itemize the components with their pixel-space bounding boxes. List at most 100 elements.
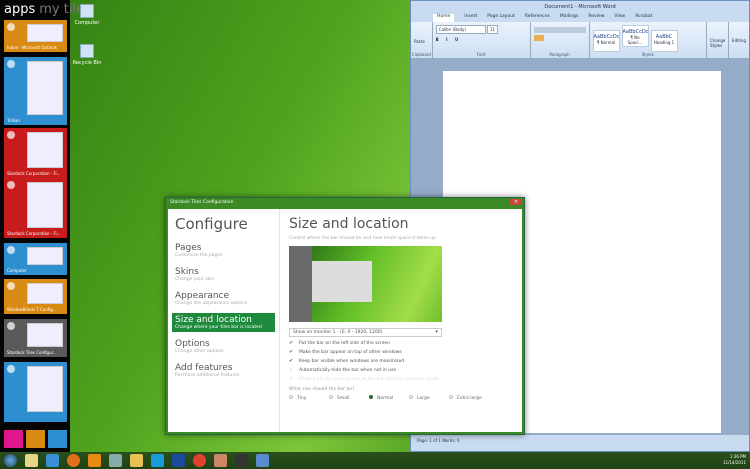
nav-desc: Customize the pages [175,253,223,258]
firefox-taskbar-icon[interactable] [67,454,80,467]
word-taskbar-icon[interactable] [256,454,269,467]
ribbon-tab[interactable]: View [614,14,625,22]
option-checkbox[interactable]: ✓ Automatically hide the bar when not in … [289,367,513,373]
window-thumbnail [27,283,63,304]
size-radio[interactable]: Large [409,395,449,401]
nav-item[interactable]: Add features Purchase additional features [172,361,275,380]
folder-taskbar-icon[interactable] [130,454,143,467]
dialog-title: Stardock Tiles Configuration [170,200,234,205]
nav-item[interactable]: Size and location Change where your tiles… [172,313,275,332]
checkbox-label: Keep bar visible when windows are maximi… [299,358,405,364]
ribbon-tab[interactable]: Page Layout [487,14,515,22]
ribbon-tab[interactable]: References [525,14,550,22]
radio-dot [289,395,293,399]
size-radio[interactable]: Extra large [449,395,489,401]
radio-dot [409,395,413,399]
start-button[interactable] [4,454,17,467]
style-name: ¶ No Spaci... [627,35,643,45]
ribbon-tab[interactable]: Insert [464,14,477,22]
nav-title: Size and location [175,315,252,325]
nav-desc: Change your skin [175,277,215,282]
location-preview [289,246,442,322]
tiles-taskbar-icon[interactable] [235,454,248,467]
tile-label: WindowBlinds 7 Config... [7,307,57,312]
small-tile-1[interactable] [4,430,23,448]
system-tray[interactable]: 1:36 PM 11/14/2011 [723,454,746,466]
nav-title: Options [175,339,210,349]
nav-desc: Change other options [175,349,224,354]
nav-item[interactable]: Skins Change your skin [172,265,275,284]
app-tile[interactable]: Stardock Corporation - Fi... [4,128,67,178]
paint-taskbar-icon[interactable] [214,454,227,467]
tile-label: Computer [7,268,27,273]
close-button[interactable]: × [510,199,522,205]
option-checkbox[interactable]: ✔ Keep bar visible when windows are maxim… [289,358,513,364]
nav-item[interactable]: Pages Customize the pages [172,241,275,260]
small-tile-3[interactable] [48,430,67,448]
app-icon [7,181,15,189]
ribbon-tab[interactable]: Review [588,14,604,22]
checkbox-label: Show a tab for easy access to the bar wh… [299,376,439,382]
app-tile[interactable] [4,362,67,422]
option-checkbox[interactable]: ✔ Put the bar on the left side of the scr… [289,340,513,346]
ribbon-tab[interactable]: Mailings [560,14,578,22]
section-desc: Control where the bar should be and how … [289,236,436,241]
group-label: Paragraph [549,52,570,57]
radio-label: Large [417,396,430,401]
format-buttons[interactable]: B I U [436,37,527,42]
paste-button[interactable]: Paste [414,39,429,44]
configure-heading: Configure [175,215,248,233]
app-icon [7,23,15,31]
style-gallery-item[interactable]: AaBbC Heading 1 [650,30,678,52]
window-thumbnail [27,182,63,228]
app-tile[interactable]: Stardock Corporation - Fi... [4,178,67,238]
check-icon: ✓ [289,376,294,382]
style-name: Heading 1 [653,40,675,45]
change-styles-button[interactable]: Change Styles [707,22,730,58]
skype-taskbar-icon[interactable] [151,454,164,467]
app-tile[interactable]: Stardock Tiles Configur... [4,319,67,357]
size-radio[interactable]: Small [329,395,369,401]
desktop-icon-recycle-bin[interactable]: Recycle Bin [72,44,102,66]
ie-taskbar-icon[interactable] [46,454,59,467]
explorer-taskbar-icon[interactable] [25,454,38,467]
chevron-down-icon: ▾ [435,329,438,335]
chrome-taskbar-icon[interactable] [193,454,206,467]
nav-item[interactable]: Options Change other options [172,337,275,356]
app-taskbar-icon[interactable] [88,454,101,467]
size-radio[interactable]: Tiny [289,395,329,401]
icon-label: Computer [74,20,100,26]
style-gallery-item[interactable]: AaBbCcDc ¶ Normal [592,30,620,52]
font-name-field[interactable]: Calibri (Body) [435,25,486,34]
radio-label: Extra large [457,396,482,401]
trillian-taskbar-icon[interactable] [109,454,122,467]
editing-button[interactable]: Editing [729,22,749,58]
radio-dot [449,395,453,399]
monitor-select[interactable]: Show on monitor 1 - (0, 0 - 1920, 1200) ▾ [289,328,442,337]
taskbar: 1:36 PM 11/14/2011 [0,452,750,469]
app-tile[interactable]: Trillian [4,57,67,125]
style-gallery-item[interactable]: AaBbCcDc ¶ No Spaci... [621,25,649,47]
size-radio[interactable]: Normal [369,395,409,401]
font-size-field[interactable]: 11 [486,25,499,34]
nav-item[interactable]: Appearance Change the appearance options [172,289,275,308]
group-label: Font [476,52,486,57]
check-icon: ✔ [289,358,294,364]
nav-desc: Purchase additional features [175,373,240,378]
app-tile[interactable]: Computer [4,243,67,275]
small-tile-2[interactable] [26,430,45,448]
desktop-icon-computer[interactable]: Computer [72,4,102,26]
option-checkbox: ✓ Show a tab for easy access to the bar w… [289,376,513,382]
option-checkbox[interactable]: ✔ Make the bar appear on top of other win… [289,349,513,355]
photoshop-taskbar-icon[interactable] [172,454,185,467]
checkbox-label: Put the bar on the left side of the scre… [299,340,391,346]
ribbon-tab[interactable]: Home [433,14,455,22]
apps-tab[interactable]: apps [4,2,35,17]
app-tile[interactable]: Inbox - Microsoft Outlook [4,20,67,52]
nav-desc: Change the appearance options [175,301,248,306]
window-thumbnail [27,24,63,42]
app-icon [7,246,15,254]
app-tile[interactable]: WindowBlinds 7 Config... [4,279,67,314]
nav-title: Pages [175,243,202,253]
ribbon-tab[interactable]: Acrobat [635,14,652,22]
